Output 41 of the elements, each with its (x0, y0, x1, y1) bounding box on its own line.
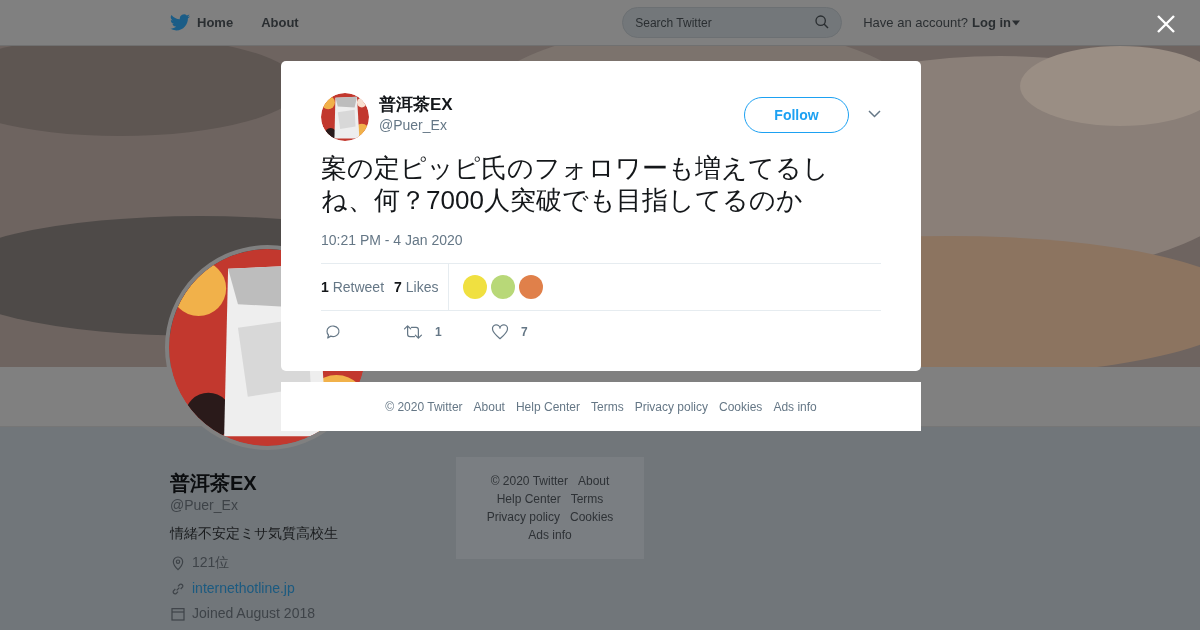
search-field[interactable]: Search Twitter (622, 7, 843, 38)
author-name[interactable]: 普洱茶EX (379, 94, 453, 116)
footer-link[interactable]: Cookies (570, 508, 614, 526)
footer-link[interactable]: Ads info (773, 397, 817, 416)
calendar-icon (170, 605, 186, 622)
profile-bio: 情緒不安定ミサ気質高校生 (170, 524, 339, 543)
action-count: 1 (435, 324, 442, 341)
chevron-icon[interactable] (868, 110, 881, 118)
login-link[interactable]: Log in (972, 12, 1011, 33)
stat-count[interactable]: 7 Likes (394, 276, 439, 298)
liker-avatar[interactable] (519, 275, 544, 299)
caret-icon[interactable] (1012, 19, 1020, 26)
search-icon[interactable] (814, 14, 831, 30)
footer-link[interactable]: Privacy policy (486, 508, 560, 526)
footer-link[interactable]: © 2020 Twitter (490, 472, 568, 490)
footer-link[interactable]: Terms (591, 397, 624, 416)
action-count: 7 (521, 324, 528, 341)
link-icon (170, 580, 186, 597)
author-handle[interactable]: @Puer_Ex (379, 116, 453, 134)
footer-link[interactable]: Terms (570, 490, 604, 508)
tweet-timestamp[interactable]: 10:21 PM - 4 Jan 2020 (321, 230, 881, 251)
footer-link[interactable]: Privacy policy (634, 397, 708, 416)
footer-link[interactable]: Ads info (528, 526, 572, 544)
footer-link[interactable]: © 2020 Twitter (385, 397, 463, 416)
close-icon[interactable] (1157, 15, 1175, 33)
profile-name: 普洱茶EX (170, 471, 258, 495)
heart-icon[interactable] (491, 323, 509, 341)
account-prompt: Have an account? (863, 13, 968, 32)
tweet-text: 案の定ピッピ氏のフォロワーも増えてるしね、何？7000人突破でも目指してるのか (321, 152, 830, 216)
retweet-icon[interactable] (403, 323, 423, 341)
tweet-avatar (321, 93, 369, 141)
footer-link[interactable]: Help Center (496, 490, 561, 508)
footer-link[interactable]: Cookies (719, 397, 763, 416)
reply-icon[interactable] (324, 323, 342, 341)
footer-link[interactable]: Help Center (515, 397, 580, 416)
nav-link[interactable]: About (261, 12, 299, 33)
location-icon (170, 554, 186, 571)
footer-link[interactable]: About (578, 472, 610, 490)
nav-link[interactable]: Home (197, 12, 234, 33)
stat-count[interactable]: 1 Retweet (321, 276, 385, 298)
footer-link[interactable]: About (473, 397, 505, 416)
